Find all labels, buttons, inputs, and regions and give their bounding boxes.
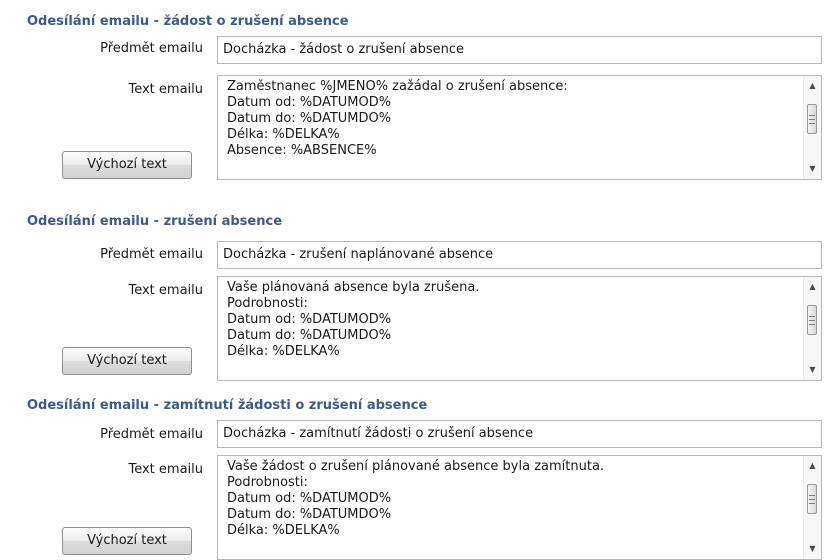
text-label: Text emailu — [128, 462, 203, 477]
vertical-scrollbar[interactable]: ▲ ▼ — [803, 456, 821, 559]
scroll-thumb[interactable] — [807, 484, 817, 514]
scroll-thumb[interactable] — [807, 305, 817, 335]
text-line: Datum od: %DATUMOD% — [227, 95, 392, 110]
email-text-area[interactable]: Zaměstnanec %JMENO% zažádal o zrušení ab… — [217, 75, 822, 180]
default-text-button[interactable]: Výchozí text — [62, 347, 192, 375]
text-label: Text emailu — [128, 82, 203, 97]
subject-input[interactable]: Docházka - zamítnutí žádosti o zrušení a… — [217, 420, 822, 448]
scroll-down-arrow-icon[interactable]: ▼ — [804, 161, 821, 177]
default-text-button[interactable]: Výchozí text — [62, 527, 192, 555]
vertical-scrollbar[interactable]: ▲ ▼ — [803, 277, 821, 380]
text-line: Datum od: %DATUMOD% — [227, 312, 392, 327]
text-line: Podrobnosti: — [227, 296, 308, 311]
section-title: Odesílání emailu - zamítnutí žádosti o z… — [27, 398, 428, 413]
scroll-up-arrow-icon[interactable]: ▲ — [804, 279, 821, 295]
scroll-down-arrow-icon[interactable]: ▼ — [804, 541, 821, 557]
text-line: Datum do: %DATUMDO% — [227, 328, 392, 343]
scroll-thumb[interactable] — [807, 104, 817, 134]
text-line: Podrobnosti: — [227, 475, 308, 490]
text-line: Datum od: %DATUMOD% — [227, 491, 392, 506]
text-line: Délka: %DELKA% — [227, 523, 340, 538]
subject-label: Předmět emailu — [100, 247, 203, 262]
scroll-up-arrow-icon[interactable]: ▲ — [804, 78, 821, 94]
subject-label: Předmět emailu — [100, 427, 203, 442]
text-line: Datum do: %DATUMDO% — [227, 507, 392, 522]
subject-input[interactable]: Docházka - žádost o zrušení absence — [217, 36, 822, 64]
vertical-scrollbar[interactable]: ▲ ▼ — [803, 76, 821, 179]
default-text-button[interactable]: Výchozí text — [62, 151, 192, 179]
text-line: Absence: %ABSENCE% — [227, 143, 377, 158]
text-line: Vaše žádost o zrušení plánované absence … — [227, 459, 605, 474]
subject-label: Předmět emailu — [100, 41, 203, 56]
email-text-area[interactable]: Vaše žádost o zrušení plánované absence … — [217, 455, 822, 560]
section-title: Odesílání emailu - zrušení absence — [27, 214, 283, 229]
scroll-up-arrow-icon[interactable]: ▲ — [804, 458, 821, 474]
text-line: Vaše plánovaná absence byla zrušena. — [227, 280, 480, 295]
text-line: Délka: %DELKA% — [227, 344, 340, 359]
text-label: Text emailu — [128, 283, 203, 298]
text-line: Zaměstnanec %JMENO% zažádal o zrušení ab… — [227, 79, 568, 94]
subject-input[interactable]: Docházka - zrušení naplánované absence — [217, 241, 822, 269]
email-text-area[interactable]: Vaše plánovaná absence byla zrušena. Pod… — [217, 276, 822, 381]
text-line: Délka: %DELKA% — [227, 127, 340, 142]
text-line: Datum do: %DATUMDO% — [227, 111, 392, 126]
scroll-down-arrow-icon[interactable]: ▼ — [804, 362, 821, 378]
section-title: Odesílání emailu - žádost o zrušení abse… — [27, 14, 349, 29]
